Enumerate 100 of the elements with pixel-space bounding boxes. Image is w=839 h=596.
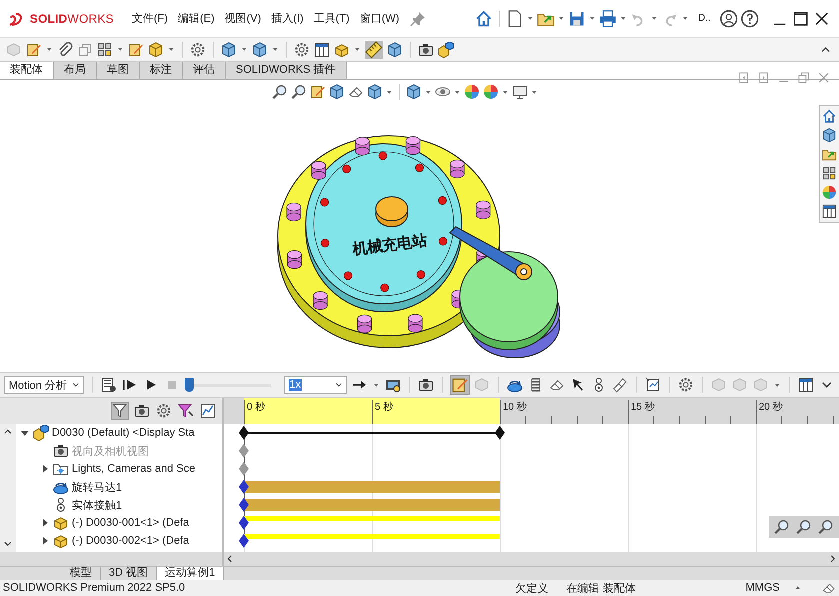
cube-icon[interactable] [148, 42, 164, 58]
cube-icon[interactable] [367, 84, 383, 100]
zoom-icon[interactable] [796, 519, 812, 535]
save-icon[interactable] [568, 10, 586, 28]
eraser-icon[interactable] [822, 581, 836, 595]
film-icon[interactable] [384, 377, 401, 393]
caret-icon[interactable] [652, 17, 658, 20]
keyframe-marker[interactable] [239, 444, 249, 458]
chart-icon[interactable] [200, 403, 216, 419]
menu-item[interactable]: 插入(I) [267, 8, 308, 29]
tree-item[interactable]: (-) D0030-001<1> (Defa [72, 517, 190, 529]
expand-arrow-icon[interactable] [40, 536, 50, 546]
edit-icon[interactable] [26, 42, 42, 58]
home-icon[interactable] [475, 10, 494, 28]
zoom-icon[interactable] [272, 84, 288, 100]
units-label[interactable]: MMGS [746, 582, 780, 594]
command-tab[interactable]: 标注 [140, 62, 183, 79]
edit-icon[interactable] [310, 84, 326, 100]
monitor-icon[interactable] [512, 84, 528, 100]
caret-icon[interactable] [528, 17, 534, 20]
command-tab[interactable]: SOLIDWORKS 插件 [226, 62, 347, 79]
caret-icon[interactable] [590, 17, 596, 20]
table-icon[interactable] [798, 377, 814, 393]
grid-icon[interactable] [822, 166, 837, 181]
filter-icon[interactable] [178, 403, 194, 419]
part-icon[interactable] [334, 42, 350, 58]
caret-icon[interactable] [169, 48, 174, 51]
keyframe-marker[interactable] [239, 462, 249, 476]
restore-icon[interactable] [797, 71, 811, 85]
caret-icon[interactable] [426, 90, 431, 94]
caret-icon[interactable] [774, 384, 780, 386]
menu-item[interactable]: 视图(V) [220, 8, 266, 29]
caret-icon[interactable] [683, 17, 688, 20]
ruler-icon[interactable] [365, 40, 383, 58]
zoom-icon[interactable] [291, 84, 307, 100]
zoom-icon[interactable] [774, 519, 790, 535]
menu-item[interactable]: 窗口(W) [356, 8, 404, 29]
caret-icon[interactable] [559, 17, 564, 20]
cube-icon[interactable] [329, 84, 345, 100]
camera-icon[interactable] [134, 403, 150, 419]
cube-icon[interactable] [221, 42, 237, 58]
tree-item[interactable]: D0030 (Default) <Display Sta [52, 427, 195, 439]
tree-item[interactable]: 旋转马达1 [72, 480, 122, 494]
tree-item[interactable]: (-) D0030-002<1> (Defa [72, 535, 190, 547]
color-sphere-icon[interactable] [464, 84, 480, 100]
flashlight-icon[interactable] [612, 377, 628, 393]
cube-icon[interactable] [406, 84, 422, 100]
assembly-icon[interactable] [438, 42, 454, 58]
color-sphere-icon[interactable] [483, 84, 499, 100]
zoom-icon[interactable] [818, 519, 834, 535]
tree-item[interactable]: 实体接触1 [72, 498, 122, 512]
caret-icon[interactable] [374, 384, 379, 386]
keyframe-marker[interactable] [239, 426, 249, 440]
keyframe-marker[interactable] [239, 534, 249, 548]
keyframe-marker[interactable] [239, 516, 249, 530]
gear-icon[interactable] [678, 377, 694, 393]
menu-item[interactable]: 编辑(E) [174, 8, 219, 29]
paperclip-icon[interactable] [57, 42, 73, 58]
caret-icon[interactable] [455, 90, 460, 94]
vertical-scrollbar[interactable] [0, 424, 16, 552]
plot-icon[interactable] [644, 377, 661, 393]
maximize-icon[interactable] [792, 10, 810, 28]
table-icon[interactable] [822, 204, 837, 219]
command-tab[interactable]: 布局 [54, 62, 97, 79]
caret-icon[interactable] [532, 90, 537, 94]
calculate-icon[interactable] [101, 377, 118, 393]
cube-icon[interactable] [822, 128, 837, 143]
menu-item[interactable]: 文件(F) [128, 8, 172, 29]
cube-icon[interactable] [252, 42, 268, 58]
grid-icon[interactable] [97, 42, 113, 58]
camera-icon[interactable] [418, 42, 434, 58]
panel-left-icon[interactable] [737, 71, 751, 85]
caret-icon[interactable] [621, 17, 626, 20]
edit-icon[interactable] [128, 42, 144, 58]
cube-icon[interactable] [387, 42, 403, 58]
expand-arrow-icon[interactable] [40, 518, 50, 528]
pin-icon[interactable] [410, 10, 426, 26]
playback-speed-dropdown[interactable]: 1x [284, 376, 347, 394]
caret-icon[interactable] [355, 48, 360, 51]
filter-icon[interactable] [112, 403, 128, 419]
help-icon[interactable] [741, 10, 759, 28]
caret-icon[interactable] [242, 48, 247, 51]
horizontal-scrollbar[interactable] [0, 552, 222, 566]
keyframe-marker[interactable] [239, 480, 249, 494]
command-tab[interactable]: 评估 [183, 62, 226, 79]
gear-icon[interactable] [156, 403, 172, 419]
table-icon[interactable] [314, 42, 330, 58]
caret-icon[interactable] [118, 48, 123, 51]
command-tab[interactable]: 草图 [97, 62, 140, 79]
keyframe-marker[interactable] [239, 498, 249, 512]
tree-item[interactable]: Lights, Cameras and Sce [72, 463, 196, 475]
camera-icon[interactable] [418, 377, 434, 393]
panel-right-icon[interactable] [757, 71, 771, 85]
study-type-dropdown[interactable]: Motion 分析 [4, 376, 84, 394]
caret-icon[interactable] [503, 90, 508, 94]
user-icon[interactable] [720, 10, 738, 28]
bottom-tab[interactable]: 运动算例1 [157, 567, 224, 580]
gear-icon[interactable] [294, 42, 310, 58]
edit-icon[interactable] [450, 376, 469, 394]
menu-item[interactable]: 工具(T) [310, 8, 354, 29]
